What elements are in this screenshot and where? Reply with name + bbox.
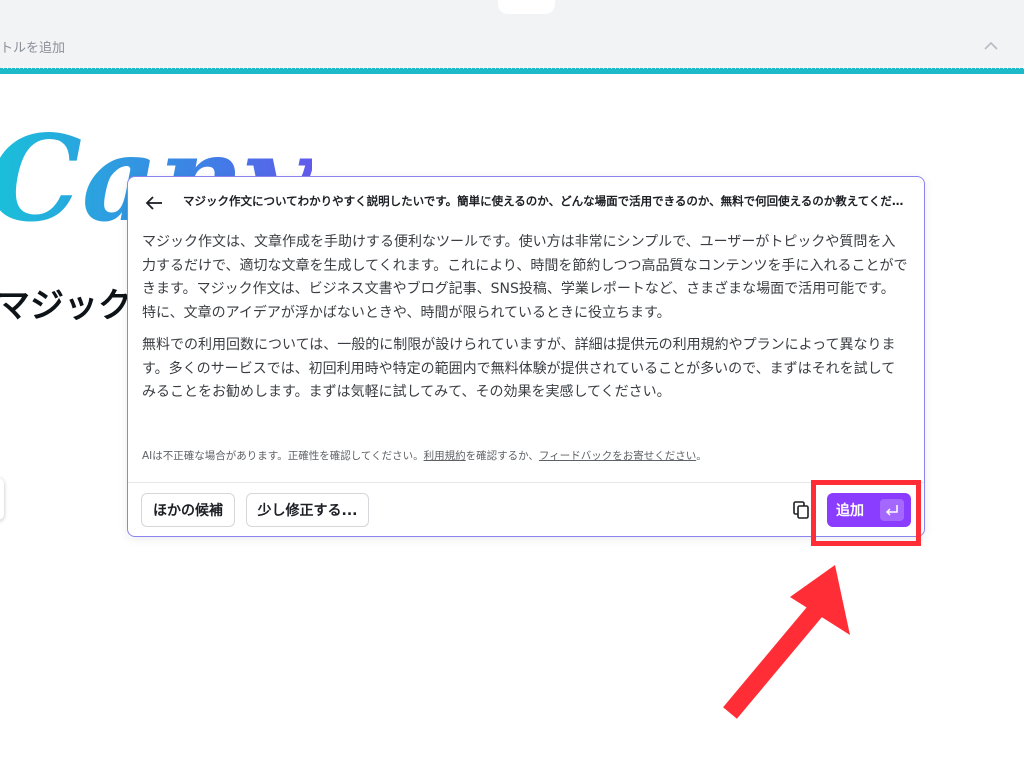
generated-text: マジック作文は、文章作成を手助けする便利なツールです。使い方は非常にシンプルで、…: [142, 231, 908, 414]
accent-line-pattern: [0, 66, 1024, 69]
footer-divider: [128, 482, 924, 483]
magic-write-popup: マジック作文についてわかりやすく説明したいです。簡単に使えるのか、どんな場面で活…: [127, 176, 925, 537]
other-candidates-button[interactable]: ほかの候補: [141, 493, 235, 527]
chevron-up-icon[interactable]: [981, 39, 1001, 53]
generated-paragraph: 無料での利用回数については、一般的に制限が設けられていますが、詳細は提供元の利用…: [142, 337, 896, 400]
red-arrow-icon: [723, 565, 850, 719]
editor-top-bar: トルを追加: [0, 0, 1024, 70]
copy-icon[interactable]: [791, 500, 811, 520]
generated-paragraph: マジック作文は、文章作成を手助けする便利なツールです。使い方は非常にシンプルで、…: [142, 234, 908, 321]
feedback-link[interactable]: フィードバックをお寄せください: [539, 450, 696, 462]
prompt-text: マジック作文についてわかりやすく説明したいです。簡単に使えるのか、どんな場面で活…: [183, 194, 913, 208]
highlight-box: [811, 480, 921, 546]
page-heading: マジック: [0, 286, 132, 326]
arrow-left-icon[interactable]: [144, 194, 164, 212]
terms-link[interactable]: 利用規約: [424, 450, 466, 462]
top-handle-tab[interactable]: [498, 0, 555, 14]
modify-button[interactable]: 少し修正する...: [246, 493, 369, 527]
side-panel-handle[interactable]: [0, 478, 4, 520]
add-title-field[interactable]: トルを追加: [0, 37, 65, 56]
ai-disclaimer: AIは不正確な場合があります。正確性を確認してください。利用規約を確認するか、フ…: [142, 450, 707, 462]
